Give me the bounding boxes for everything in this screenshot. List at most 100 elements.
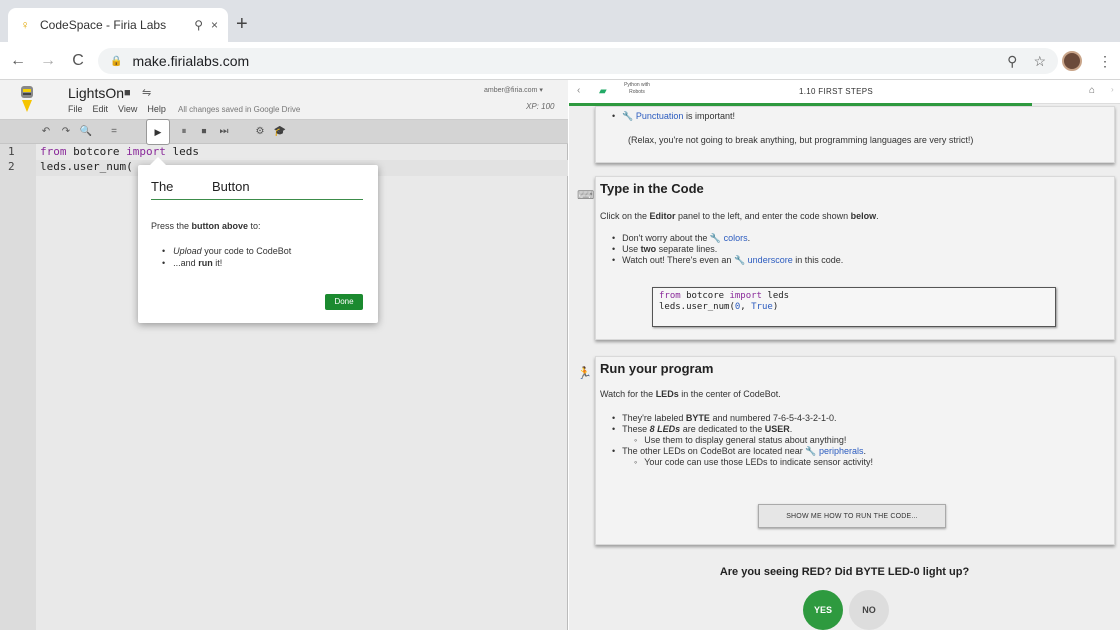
stop-icon[interactable]: ⏹: [196, 124, 212, 140]
section-heading: Type in the Code: [600, 181, 704, 196]
browser-menu-icon[interactable]: ⋮: [1098, 53, 1112, 70]
profile-avatar[interactable]: [1062, 51, 1082, 71]
tab-media-icon[interactable]: ⚲: [194, 18, 203, 32]
list-item: Don't worry about the 🔧 colors.: [612, 233, 843, 244]
menu-file[interactable]: File: [68, 104, 83, 114]
link-punctuation[interactable]: Punctuation: [636, 111, 684, 121]
step-icon[interactable]: ⏭: [216, 124, 232, 140]
done-button[interactable]: Done: [325, 294, 363, 310]
list-item: The other LEDs on CodeBot are located ne…: [612, 446, 873, 457]
usb-icon[interactable]: ⇋: [142, 86, 151, 99]
run-button[interactable]: ▶: [146, 119, 170, 145]
section-intro: Watch for the LEDs in the center of Code…: [600, 389, 781, 399]
url-text: make.firialabs.com: [132, 53, 250, 69]
address-bar[interactable]: 🔒 make.firialabs.com: [98, 48, 1058, 74]
lesson-card-type-code: Type in the Code Click on the Editor pan…: [595, 176, 1115, 340]
show-me-how-button[interactable]: SHOW ME HOW TO RUN THE CODE...: [758, 504, 946, 528]
tooltip-arrow: [150, 157, 166, 165]
editor-pane: LightsOn ■ ⇋ File Edit View Help All cha…: [0, 80, 568, 630]
lesson-card-run-program: Run your program Watch for the LEDs in t…: [595, 356, 1115, 545]
next-lesson-icon[interactable]: ›: [1111, 85, 1114, 94]
example-code-block[interactable]: from botcore import leds leds.user_num(0,…: [652, 287, 1056, 327]
yes-button[interactable]: YES: [803, 590, 843, 630]
sub-list-item: Your code can use those LEDs to indicate…: [612, 457, 873, 468]
search-icon[interactable]: 🔍: [78, 124, 94, 140]
redo-icon[interactable]: ↷: [58, 124, 74, 140]
forward-button[interactable]: →: [36, 52, 60, 70]
reload-button[interactable]: C: [66, 52, 90, 70]
tooltip-list: Upload your code to CodeBot ...and run i…: [162, 245, 291, 269]
link-peripherals[interactable]: peripherals: [819, 446, 864, 456]
format-icon[interactable]: =: [106, 124, 122, 140]
editor-menubar: File Edit View Help: [68, 104, 166, 114]
list-item: They're labeled BYTE and numbered 7-6-5-…: [612, 413, 873, 424]
link-colors[interactable]: colors: [724, 233, 748, 243]
run-button-tooltip: The Button Press the button above to: Up…: [138, 157, 378, 323]
running-figure-icon: 🏃: [577, 366, 592, 380]
no-button[interactable]: NO: [849, 590, 889, 630]
check-question: Are you seeing RED? Did BYTE LED-0 light…: [719, 566, 970, 578]
lesson-title: 1.10 FIRST STEPS: [799, 87, 874, 96]
wrench-icon: 🔧: [622, 111, 634, 121]
link-underscore[interactable]: underscore: [748, 255, 793, 265]
wrench-icon: 🔧: [709, 233, 722, 243]
wrench-icon: 🔧: [805, 446, 817, 456]
line-number: 2: [8, 160, 15, 173]
pause-icon[interactable]: ⏸: [176, 124, 192, 140]
line-number: 1: [8, 145, 15, 158]
bookmark-star-icon[interactable]: ☆: [1033, 53, 1046, 70]
new-tab-button[interactable]: +: [236, 14, 248, 34]
learn-icon[interactable]: 🎓: [272, 124, 288, 140]
tooltip-title: Button: [212, 179, 250, 194]
browser-tabstrip: ♀ CodeSpace - Firia Labs ⚲ × +: [0, 0, 1120, 42]
bullet-list: Don't worry about the 🔧 colors. Use two …: [612, 233, 843, 266]
section-heading: Run your program: [600, 361, 714, 376]
menu-view[interactable]: View: [118, 104, 137, 114]
undo-icon[interactable]: ↶: [38, 124, 54, 140]
code-line[interactable]: from botcore import leds: [40, 145, 199, 158]
project-name[interactable]: LightsOn: [68, 85, 124, 101]
code-toolbar: ↶ ↷ 🔍 = ⏸ ⏹ ⏭ ⚙ 🎓: [0, 120, 568, 144]
list-item: 🔧 Punctuation is important!: [612, 111, 735, 122]
lesson-header: ‹ ▰ Python with Robots 1.10 FIRST STEPS …: [569, 80, 1120, 106]
list-item: Use two separate lines.: [612, 244, 843, 255]
line-gutter: [0, 144, 36, 630]
code-line[interactable]: leds.user_num(: [40, 160, 133, 173]
tooltip-divider: [151, 199, 363, 200]
tooltip-body: Press the button above to:: [151, 221, 261, 231]
sub-list-item: Use them to display general status about…: [612, 435, 873, 446]
tab-close-icon[interactable]: ×: [211, 18, 218, 32]
prev-lesson-icon[interactable]: ‹: [577, 85, 580, 96]
lesson-pane: ‹ ▰ Python with Robots 1.10 FIRST STEPS …: [569, 80, 1120, 630]
editor-header: LightsOn ■ ⇋ File Edit View Help All cha…: [0, 80, 568, 120]
tooltip-title: The: [151, 179, 174, 194]
save-status: All changes saved in Google Drive: [178, 105, 301, 114]
section-intro: Click on the Editor panel to the left, a…: [600, 211, 879, 221]
browser-tab[interactable]: ♀ CodeSpace - Firia Labs ⚲ ×: [8, 8, 228, 42]
robot-icon: ▰: [599, 86, 607, 97]
debug-icon[interactable]: ⚙: [252, 124, 268, 140]
list-item: These 8 LEDs are dedicated to the USER.: [612, 424, 873, 435]
menu-edit[interactable]: Edit: [93, 104, 109, 114]
lock-icon: 🔒: [110, 55, 123, 67]
firia-favicon-icon: ♀: [20, 18, 30, 32]
bullet-list: 🔧 Punctuation is important!: [612, 111, 735, 122]
course-name[interactable]: Python with Robots: [617, 82, 657, 96]
browser-toolbar: ← → C 🔒 make.firialabs.com ⚲ ☆ ⋮: [0, 42, 1120, 80]
list-item: Watch out! There's even an 🔧 underscore …: [612, 255, 843, 266]
menu-help[interactable]: Help: [147, 104, 166, 114]
codebot-logo-icon: [21, 86, 33, 112]
bullet-list: They're labeled BYTE and numbered 7-6-5-…: [612, 413, 873, 468]
tab-title: CodeSpace - Firia Labs: [40, 18, 167, 32]
list-item: Upload your code to CodeBot: [162, 245, 291, 257]
lesson-card-punctuation: 🔧 Punctuation is important! (Relax, you'…: [595, 106, 1115, 163]
back-button[interactable]: ←: [6, 52, 30, 70]
folder-icon[interactable]: ■: [124, 87, 131, 99]
user-email[interactable]: amber@firia.com ▾: [484, 86, 543, 94]
list-item: ...and run it!: [162, 257, 291, 269]
zoom-icon[interactable]: ⚲: [1007, 53, 1017, 70]
keyboard-icon: ⌨: [577, 188, 595, 202]
wrench-icon: 🔧: [733, 255, 746, 265]
xp-counter: XP: 100: [526, 102, 555, 111]
graduation-cap-icon[interactable]: ⌂: [1089, 85, 1095, 96]
